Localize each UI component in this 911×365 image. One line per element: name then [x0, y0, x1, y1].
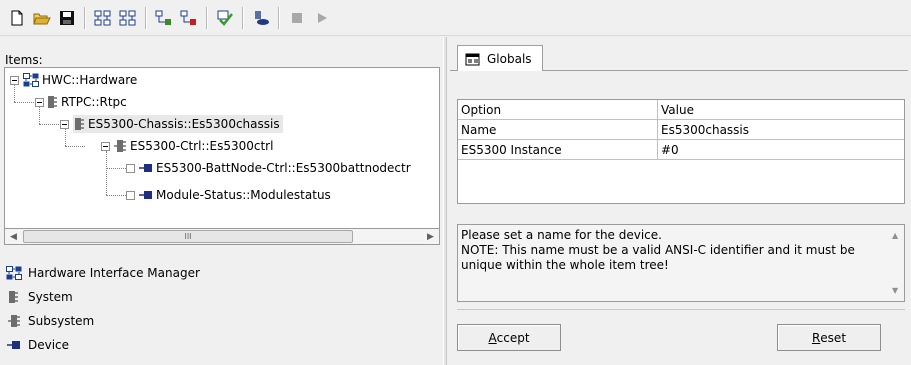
table-row[interactable]: ES5300 Instance #0: [458, 139, 904, 160]
scroll-thumb[interactable]: III: [23, 230, 353, 243]
tree-node-label: Module-Status::Modulestatus: [156, 188, 331, 202]
subsystem-icon: [114, 139, 127, 153]
legend-item-system: System: [4, 285, 200, 309]
tree-node-label: ES5300-Ctrl::Es5300ctrl: [130, 139, 274, 153]
items-label: Items:: [5, 53, 43, 67]
legend-item-hardware: Hardware Interface Manager: [4, 261, 200, 285]
hierarchy-icon[interactable]: [92, 7, 114, 29]
tree-connector: [14, 102, 34, 103]
hardware-icon: [4, 266, 24, 280]
column-header-value: Value: [657, 100, 904, 120]
tree-connector: [65, 146, 85, 147]
legend-label: Device: [28, 338, 70, 352]
system-icon: [4, 290, 24, 304]
tree-node-label: RTPC::Rtpc: [61, 95, 127, 109]
toolbar-separator: [84, 6, 86, 29]
legend-label: Subsystem: [28, 314, 95, 328]
tree-connector: [106, 168, 126, 169]
divider: [457, 309, 905, 310]
device-icon: [139, 163, 153, 173]
collapse-toggle[interactable]: [101, 141, 110, 151]
items-pane: Items: HWC::Hardware RTPC::Rtpc ES5300-C…: [0, 37, 443, 365]
properties-pane: Globals Option Value Name Es5300chassis …: [448, 37, 911, 365]
value-cell[interactable]: Es5300chassis: [657, 119, 904, 140]
accept-button[interactable]: Accept: [457, 324, 561, 351]
toolbar: [0, 0, 911, 36]
tree-node-label: ES5300-BattNode-Ctrl::Es5300battnodectr: [156, 161, 411, 175]
toolbar-separator: [278, 6, 280, 29]
tree-connector: [106, 151, 107, 195]
globals-icon: [465, 51, 481, 66]
tree-node-es5300-chassis[interactable]: ES5300-Chassis::Es5300chassis: [60, 114, 283, 134]
help-message-box: Please set a name for the device. NOTE: …: [457, 224, 905, 302]
collapse-toggle[interactable]: [10, 75, 19, 85]
leaf-box: [126, 190, 135, 200]
reset-button[interactable]: Reset: [777, 324, 881, 351]
column-header-option: Option: [458, 100, 658, 120]
scroll-right-icon[interactable]: ▶: [422, 229, 439, 244]
tree-node-rtpc[interactable]: RTPC::Rtpc: [35, 92, 127, 112]
option-cell: Name: [458, 119, 658, 140]
message-vertical-scrollbar[interactable]: ▲ ▼: [889, 226, 903, 300]
tree-node-es5300-ctrl[interactable]: ES5300-Ctrl::Es5300ctrl: [101, 136, 273, 156]
collapse-toggle[interactable]: [60, 119, 69, 129]
system-icon: [75, 117, 85, 131]
scroll-down-icon[interactable]: ▼: [892, 283, 898, 298]
legend-label: Hardware Interface Manager: [28, 266, 200, 280]
hierarchy-remove-icon[interactable]: [117, 7, 139, 29]
toolbar-separator: [145, 6, 147, 29]
open-folder-icon[interactable]: [31, 7, 53, 29]
accept-mnemonic: A: [488, 330, 497, 345]
check-icon[interactable]: [214, 7, 236, 29]
help-message-text: Please set a name for the device. NOTE: …: [461, 228, 855, 272]
build-icon[interactable]: [250, 7, 272, 29]
tree-connector: [39, 124, 59, 125]
leaf-box: [126, 163, 135, 173]
item-tree[interactable]: HWC::Hardware RTPC::Rtpc ES5300-Chassis:…: [4, 67, 440, 242]
tree-node-label: ES5300-Chassis::Es5300chassis: [88, 117, 280, 131]
tree-node-label: HWC::Hardware: [42, 73, 138, 87]
tree-horizontal-scrollbar[interactable]: ◀ III ▶: [4, 228, 440, 245]
new-file-icon[interactable]: [6, 7, 28, 29]
properties-grid[interactable]: Option Value Name Es5300chassis ES5300 I…: [457, 99, 905, 204]
table-row[interactable]: Name Es5300chassis: [458, 119, 904, 140]
accept-label: ccept: [496, 330, 530, 345]
scroll-thumb-grip: III: [184, 232, 192, 241]
stop-icon[interactable]: [286, 7, 308, 29]
icon-legend: Hardware Interface Manager System Subsys…: [4, 261, 200, 357]
tree-node-module-status[interactable]: Module-Status::Modulestatus: [126, 185, 331, 205]
hardware-icon: [23, 73, 39, 87]
tree-add-icon[interactable]: [153, 7, 175, 29]
tree-remove-icon[interactable]: [178, 7, 200, 29]
tree-node-battnode-ctrl[interactable]: ES5300-BattNode-Ctrl::Es5300battnodectr: [126, 158, 411, 178]
tree-connector: [106, 195, 126, 196]
option-cell: ES5300 Instance: [458, 139, 658, 160]
reset-mnemonic: R: [811, 330, 821, 345]
legend-label: System: [28, 290, 73, 304]
device-icon: [139, 190, 153, 200]
selected-item: ES5300-Chassis::Es5300chassis: [73, 115, 283, 133]
tab-globals[interactable]: Globals: [457, 45, 543, 71]
device-icon: [4, 340, 24, 350]
subsystem-icon: [4, 314, 24, 328]
scroll-up-icon[interactable]: ▲: [892, 228, 898, 243]
collapse-toggle[interactable]: [35, 97, 44, 107]
legend-item-subsystem: Subsystem: [4, 309, 200, 333]
value-cell[interactable]: #0: [657, 139, 904, 160]
toolbar-separator: [206, 6, 208, 29]
grid-header-row: Option Value: [458, 100, 904, 120]
tab-label: Globals: [487, 51, 532, 66]
legend-item-device: Device: [4, 333, 200, 357]
run-icon[interactable]: [311, 7, 333, 29]
reset-label: eset: [820, 330, 847, 345]
tree-node-hardware[interactable]: HWC::Hardware: [10, 70, 137, 90]
system-icon: [48, 95, 58, 109]
pane-splitter[interactable]: [443, 37, 447, 365]
toolbar-separator: [242, 6, 244, 29]
save-icon[interactable]: [56, 7, 78, 29]
scroll-left-icon[interactable]: ◀: [5, 229, 22, 244]
